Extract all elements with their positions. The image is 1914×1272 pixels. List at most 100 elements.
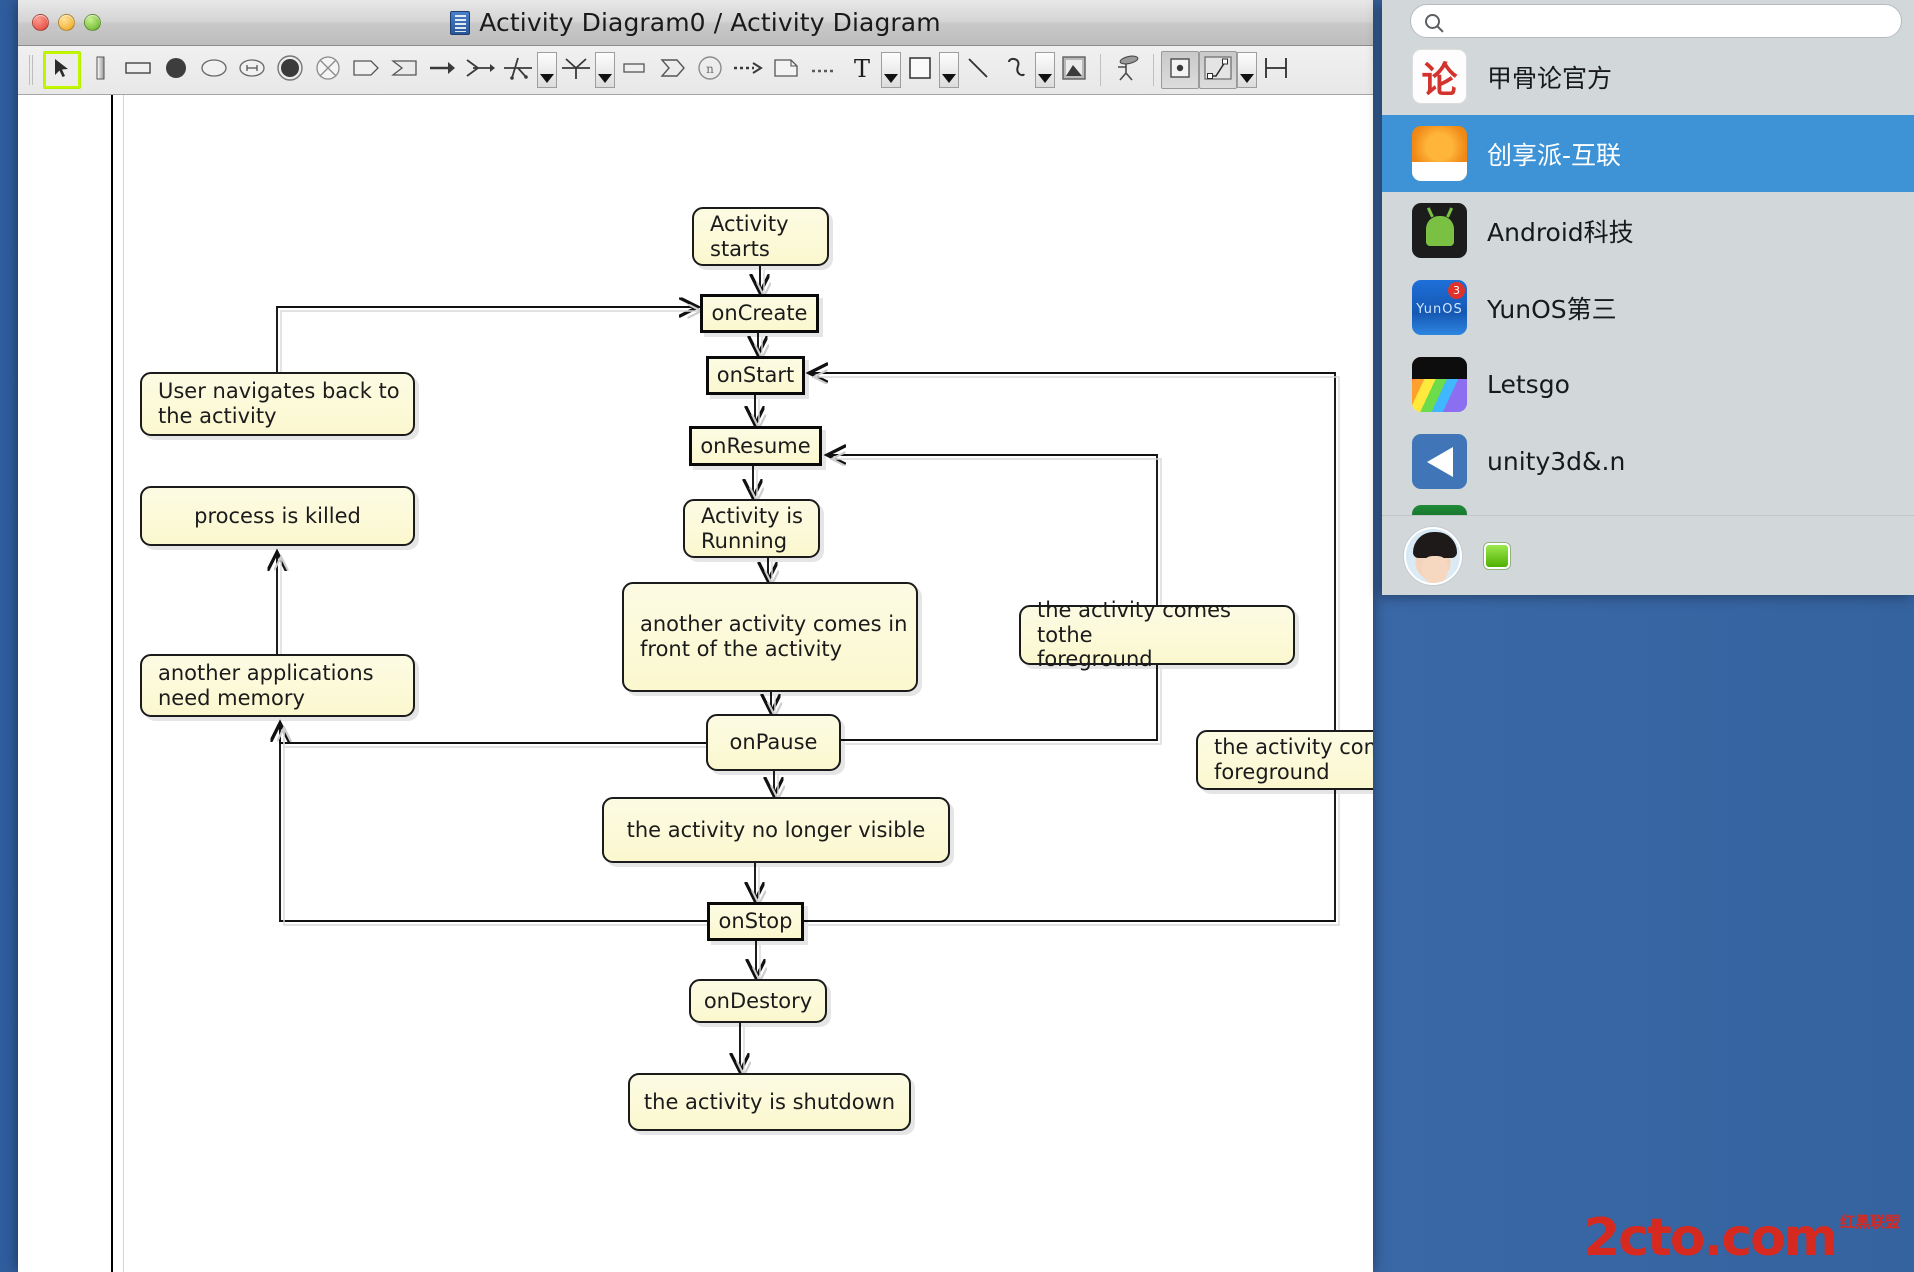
chevron-down-icon [1038, 74, 1052, 83]
app-list-item-jiaguwen[interactable]: 论 甲骨论官方 [1382, 38, 1914, 115]
window-controls[interactable] [32, 14, 101, 31]
main-toolbar[interactable]: n T [18, 46, 1373, 95]
node-label: onCreate [711, 301, 808, 326]
node-label: onStop [718, 909, 793, 934]
diagram-node-onresume[interactable]: onResume [689, 426, 822, 466]
dashed-arrow-tool-button[interactable] [729, 51, 767, 89]
diagram-node-activity-starts[interactable]: Activity starts [692, 207, 829, 266]
lun-icon: 论 [1412, 49, 1467, 104]
diagram-node-need-memory[interactable]: another applications need memory [140, 654, 415, 717]
flow-final-tool-button[interactable] [309, 51, 347, 89]
node-label: onDestory [703, 988, 813, 1013]
window-titlebar[interactable]: Activity Diagram0 / Activity Diagram [18, 0, 1373, 46]
text-T-icon: T [850, 55, 874, 85]
transition-tool-button[interactable] [423, 51, 461, 89]
diagram-node-another-activity-front[interactable]: another activity comes in front of the a… [622, 582, 918, 692]
app-list-item-chuangxiangpai[interactable]: 创享派 创享派-互联 [1382, 115, 1914, 192]
small-rect-tool-button[interactable] [615, 51, 653, 89]
connector-ellipse-tool-button[interactable] [233, 51, 271, 89]
line-style-tool-button[interactable] [1199, 51, 1237, 89]
sigma-icon [389, 58, 419, 82]
window-title: Activity Diagram0 / Activity Diagram [479, 8, 941, 37]
minimize-button[interactable] [58, 14, 75, 31]
diagram-node-oncreate[interactable]: onCreate [700, 294, 819, 333]
diagram-node-process-killed[interactable]: process is killed [140, 486, 415, 546]
node-label: onResume [700, 433, 811, 458]
accept-event-tool-button[interactable] [653, 51, 691, 89]
maximize-button[interactable] [84, 14, 101, 31]
chevron-down-icon [942, 74, 956, 83]
node-label: the activity comes tothe foreground [1037, 597, 1231, 672]
diagram-node-activity-running[interactable]: Activity is Running [683, 499, 820, 558]
filled-circle-tool-button[interactable] [157, 51, 195, 89]
rectangle-node-tool-button[interactable] [119, 51, 157, 89]
diagram-node-onstop[interactable]: onStop [707, 902, 804, 941]
diagram-node-comes-foreground-2[interactable]: the activity comes tothe foreground [1196, 730, 1373, 790]
app-list-item-android[interactable]: Android科技 [1382, 192, 1914, 269]
yunos-icon: 3 YunOS [1412, 280, 1467, 335]
box-tool-button[interactable] [901, 51, 939, 89]
chevron-down-icon [884, 74, 898, 83]
final-node-tool-button[interactable] [271, 51, 309, 89]
chevron-down-icon [540, 74, 554, 83]
diagram-node-activity-shutdown[interactable]: the activity is shutdown [628, 1073, 911, 1131]
toolbar-drag-handle[interactable] [28, 55, 37, 85]
stickman-tool-button[interactable] [1108, 51, 1146, 89]
join-node-tool-button[interactable] [557, 51, 595, 89]
signal-send-tool-button[interactable] [385, 51, 423, 89]
note-tool-button[interactable] [767, 51, 805, 89]
user-avatar[interactable] [1404, 526, 1462, 585]
curve-tool-button[interactable] [997, 51, 1035, 89]
app-list-item-letsgo[interactable]: Letsgo [1382, 346, 1914, 423]
diagram-node-onstart[interactable]: onStart [706, 356, 805, 395]
node-label: onStart [716, 363, 795, 388]
diagram-canvas[interactable]: Activity starts onCreate onStart onResum… [18, 95, 1373, 1272]
box-tool-menu-button[interactable] [939, 52, 959, 88]
ellipse-tool-button[interactable] [195, 51, 233, 89]
dot-icon [163, 55, 189, 85]
svg-text:T: T [854, 55, 870, 81]
fork-node-tool-button[interactable] [461, 51, 499, 89]
align-h-icon [1262, 55, 1290, 85]
signal-receipt-tool-button[interactable] [347, 51, 385, 89]
ring-dot-icon [276, 54, 304, 86]
select-tool-button[interactable] [43, 51, 81, 89]
line-tool-button[interactable] [959, 51, 997, 89]
diag-line-icon [1203, 55, 1233, 85]
arrow-r-icon [427, 58, 457, 82]
app-list-item-unity3d[interactable]: unity3d&.n [1382, 423, 1914, 500]
curve-tool-menu-button[interactable] [1035, 52, 1055, 88]
node-label: another activity comes in front of the a… [640, 612, 908, 661]
image-tool-button[interactable] [1055, 51, 1093, 89]
merge-node-menu-button[interactable] [537, 52, 557, 88]
search-input[interactable] [1410, 4, 1902, 38]
panel-search-row[interactable] [1382, 0, 1914, 38]
expansion-node-tool-button[interactable]: n [691, 51, 729, 89]
node-label: the activity comes tothe foreground [1214, 735, 1373, 784]
join-node-menu-button[interactable] [595, 52, 615, 88]
merge-node-tool-button[interactable] [499, 51, 537, 89]
app-list-item-yunos[interactable]: 3 YunOS YunOS第三 [1382, 269, 1914, 346]
app-list-item-label: unity3d&.n [1487, 447, 1626, 476]
close-button[interactable] [32, 14, 49, 31]
diagram-node-no-longer-visible[interactable]: the activity no longer visible [602, 797, 950, 863]
app-list-panel[interactable]: 论 甲骨论官方 创享派 创享派-互联 Android科技 3 YunOS YunO… [1382, 0, 1914, 595]
center-dot-icon [1167, 55, 1193, 85]
diagram-node-ondestory[interactable]: onDestory [689, 979, 827, 1023]
dotted-line-tool-button[interactable] [805, 51, 843, 89]
diagram-node-onpause[interactable]: onPause [706, 714, 841, 771]
line-style-menu-button[interactable] [1237, 52, 1257, 88]
text-tool-button[interactable]: T [843, 51, 881, 89]
note-icon [772, 57, 800, 83]
diagram-node-comes-foreground-1[interactable]: the activity comes tothe foreground [1019, 598, 1295, 671]
letsgo-icon [1412, 357, 1467, 412]
uml-editor-window: Activity Diagram0 / Activity Diagram n T… [18, 0, 1373, 1272]
online-status-indicator[interactable] [1484, 542, 1510, 569]
point-style-tool-button[interactable] [1161, 51, 1199, 89]
align-tool-button[interactable] [1257, 51, 1295, 89]
chuangxiangpai-icon: 创享派 [1412, 126, 1467, 181]
vertical-bar-tool-button[interactable] [81, 51, 119, 89]
text-tool-menu-button[interactable] [881, 52, 901, 88]
diagram-node-user-navigates-back[interactable]: User navigates back to the activity [140, 372, 415, 436]
chevron-down-icon [598, 74, 612, 83]
